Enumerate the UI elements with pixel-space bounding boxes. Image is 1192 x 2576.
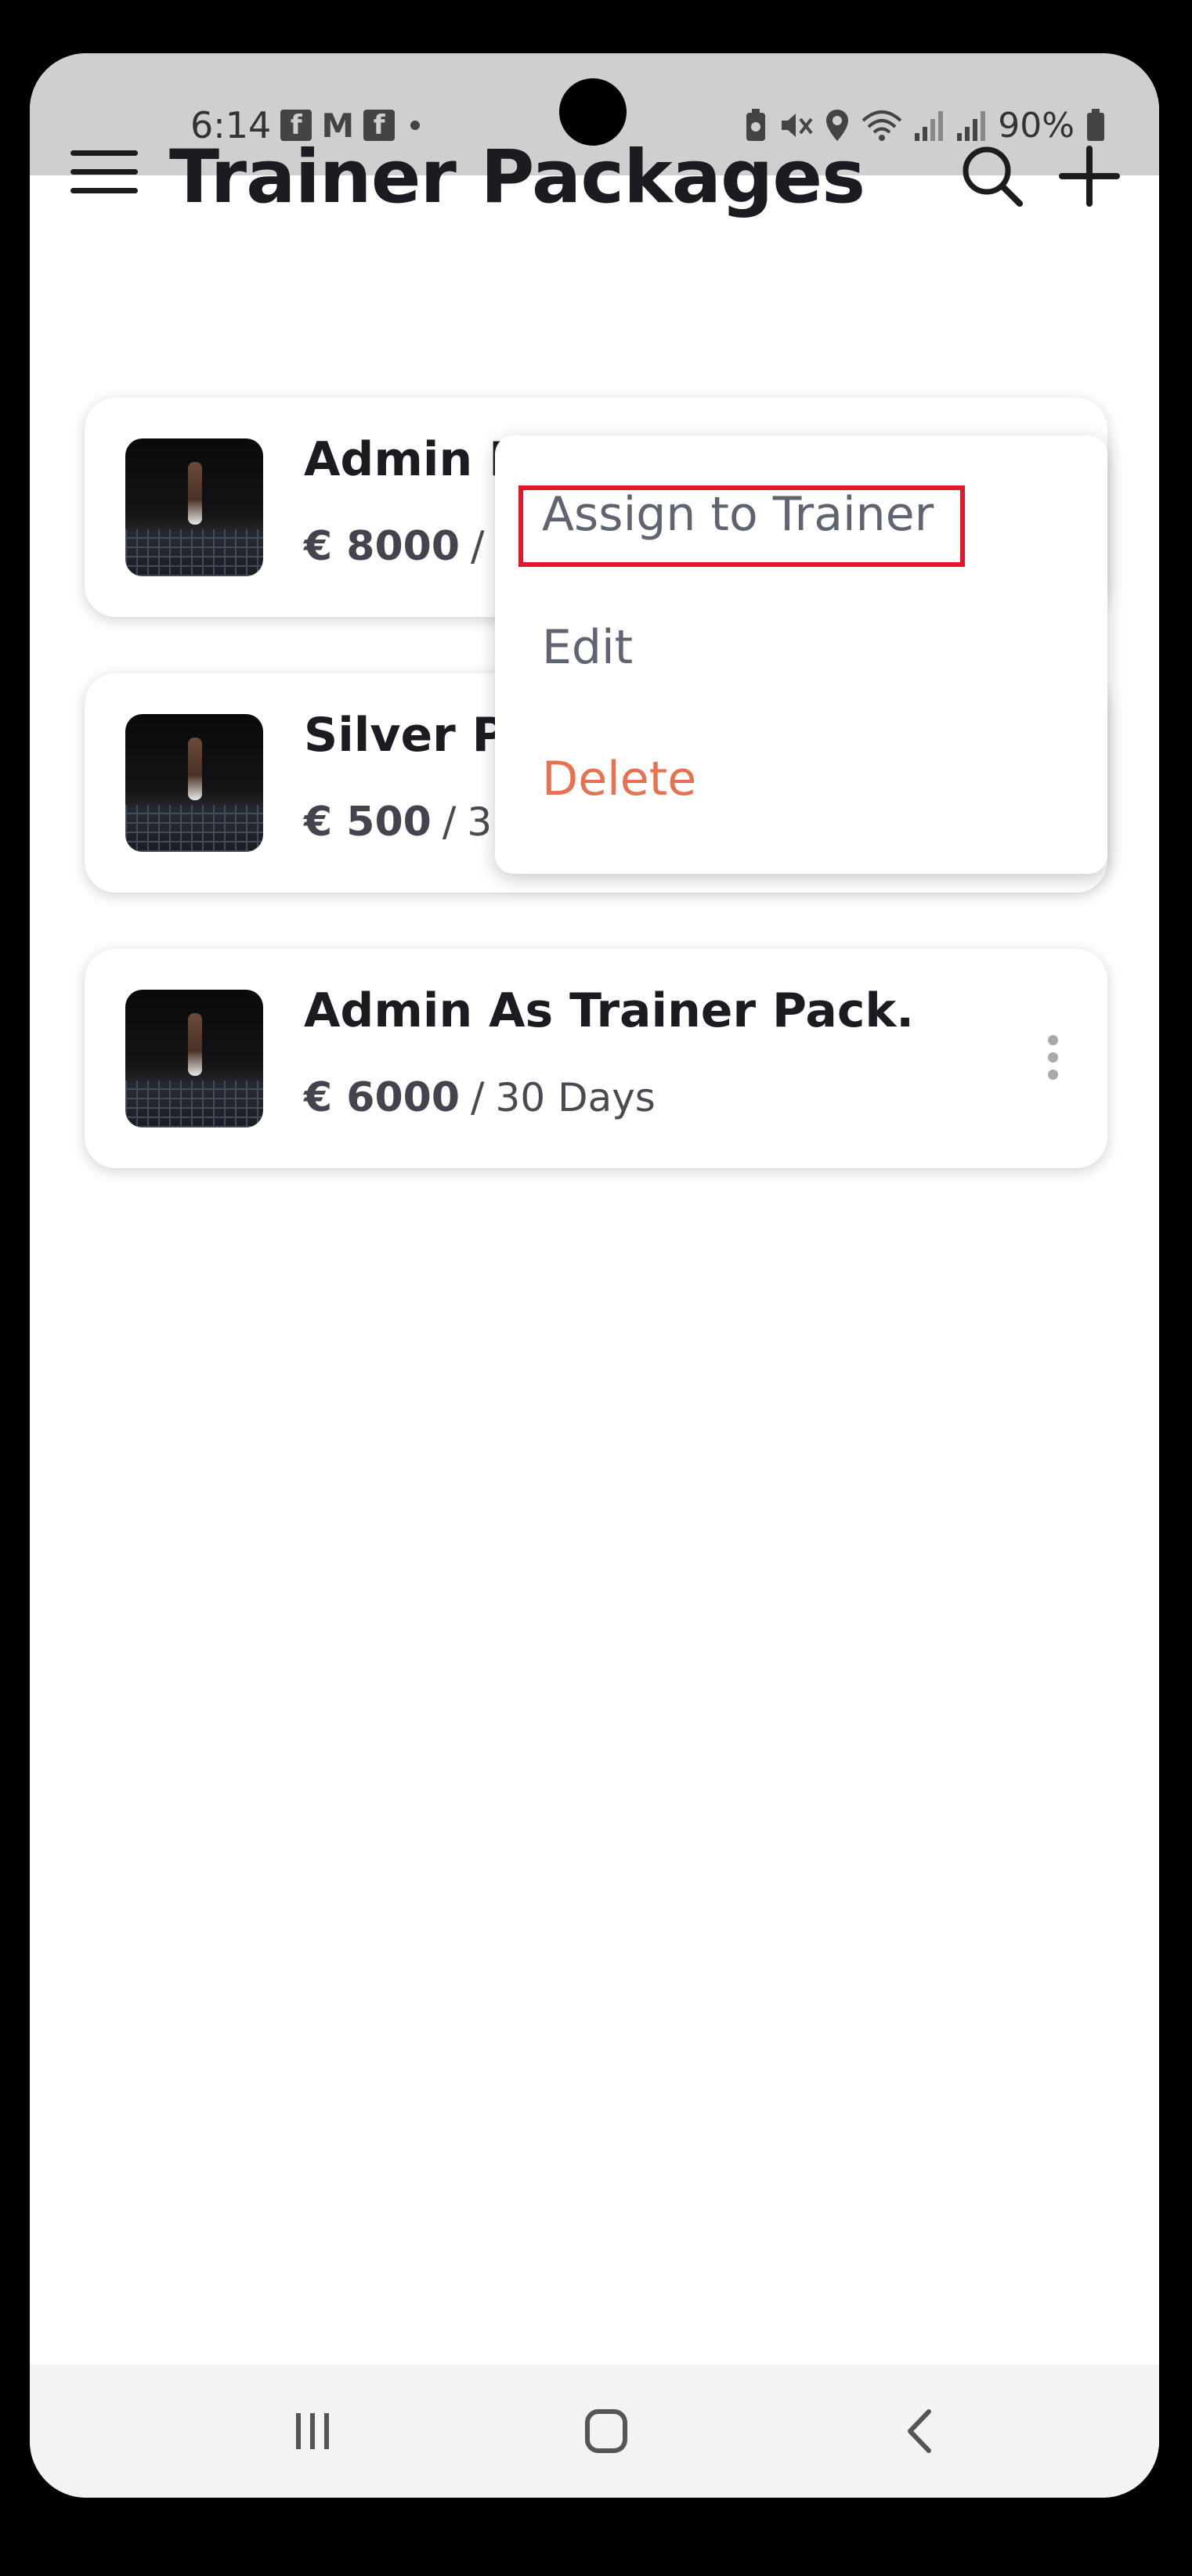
price-separator: / xyxy=(471,1074,485,1121)
package-thumbnail xyxy=(125,438,263,576)
more-options-icon[interactable] xyxy=(1043,1035,1062,1085)
package-card[interactable]: Admin As Trainer Pack... € 6000 / 30 Day… xyxy=(85,949,1107,1168)
edit-menu-item[interactable]: Edit xyxy=(542,620,633,675)
assign-to-trainer-menu-item[interactable]: Assign to Trainer xyxy=(542,487,934,542)
signal-icon xyxy=(957,111,986,141)
phone-frame: 6:14 f M f 90% Trainer Packages Admin P … xyxy=(0,0,1192,2576)
package-thumbnail xyxy=(125,990,263,1127)
search-icon[interactable] xyxy=(959,143,1026,210)
package-duration: 30 Days xyxy=(495,1075,656,1120)
wifi-icon xyxy=(861,110,902,141)
price-separator: / xyxy=(442,799,457,846)
battery-percent: 90% xyxy=(998,105,1075,146)
package-thumbnail xyxy=(125,714,263,852)
package-price-line: € 6000 / 30 Days xyxy=(304,1074,656,1121)
battery-icon xyxy=(1087,109,1104,141)
package-price: € 500 xyxy=(304,799,432,846)
package-price-line: € 8000 / xyxy=(304,523,496,570)
hamburger-menu-icon[interactable] xyxy=(70,150,138,199)
price-separator: / xyxy=(471,523,485,570)
home-icon[interactable] xyxy=(570,2404,641,2459)
page-title: Trainer Packages xyxy=(169,135,865,220)
package-price: € 8000 xyxy=(304,523,461,570)
signal-icon xyxy=(915,111,944,141)
package-price: € 6000 xyxy=(304,1074,461,1121)
screen: 6:14 f M f 90% Trainer Packages Admin P … xyxy=(30,53,1159,2498)
back-icon[interactable] xyxy=(883,2404,954,2459)
system-nav-bar xyxy=(30,2365,1159,2498)
recent-apps-icon[interactable] xyxy=(277,2404,348,2459)
context-menu: Assign to Trainer Edit Delete xyxy=(495,435,1107,874)
plus-icon[interactable] xyxy=(1056,143,1123,210)
package-duration: 3 xyxy=(467,799,493,845)
delete-menu-item[interactable]: Delete xyxy=(542,752,696,806)
package-price-line: € 500 / 3 xyxy=(304,799,492,846)
dot-icon xyxy=(410,121,421,130)
package-title: Admin As Trainer Pack... xyxy=(304,983,915,1038)
